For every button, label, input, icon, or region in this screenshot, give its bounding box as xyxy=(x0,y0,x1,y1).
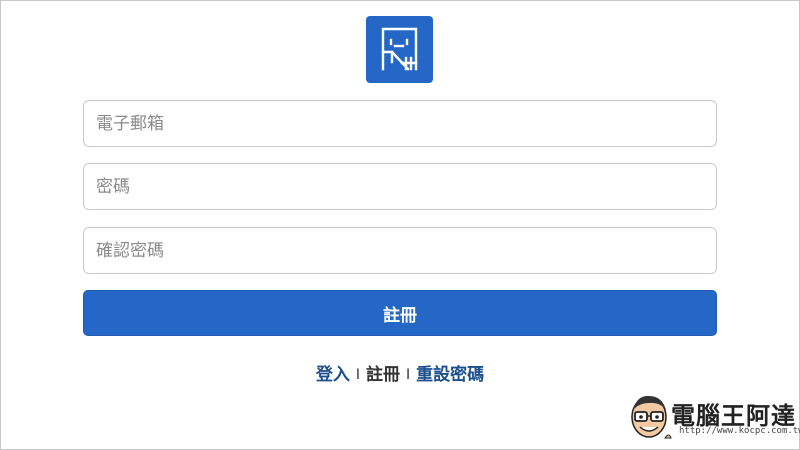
password-field[interactable] xyxy=(83,163,717,210)
login-link[interactable]: 登入 xyxy=(316,365,350,385)
watermark-url: http://www.kocpc.com.tw xyxy=(679,426,800,436)
app-logo-icon xyxy=(366,16,433,83)
auth-links: 登入 I 註冊 I 重設密碼 xyxy=(0,360,800,385)
email-field[interactable] xyxy=(83,100,717,147)
link-separator: I xyxy=(406,367,411,383)
confirm-password-field[interactable] xyxy=(83,227,717,274)
reset-password-link[interactable]: 重設密碼 xyxy=(416,365,484,385)
mascot-face-icon xyxy=(631,395,672,439)
watermark: 電腦王阿達 http://www.kocpc.com.tw xyxy=(627,392,800,444)
register-link[interactable]: 註冊 xyxy=(366,365,400,385)
register-button[interactable]: 註冊 xyxy=(83,290,717,336)
link-separator: I xyxy=(355,367,360,383)
